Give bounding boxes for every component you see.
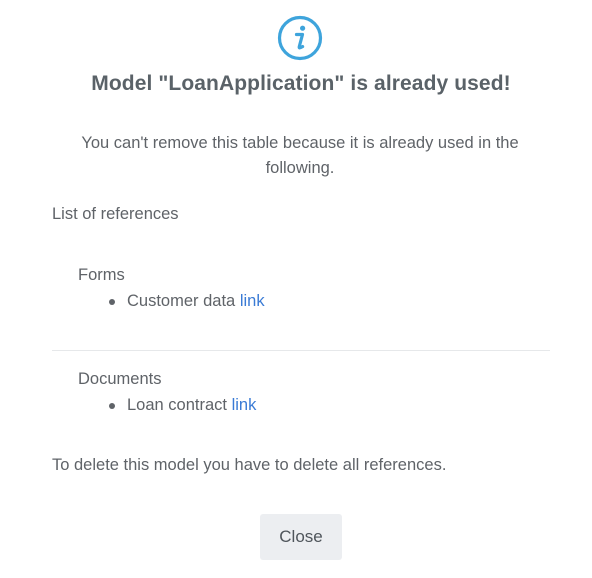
dialog-title: Model "LoanApplication" is already used! [91,72,511,95]
section-forms: Forms Customer data link [78,262,265,314]
list-item: Customer data link [109,288,265,314]
footer-instruction: To delete this model you have to delete … [52,456,447,474]
dialog: Model "LoanApplication" is already used!… [0,0,592,578]
reference-list: Customer data link [78,288,265,314]
section-documents: Documents Loan contract link [78,366,256,418]
dialog-message: You can't remove this table because it i… [81,134,519,177]
references-heading: List of references [52,205,179,223]
section-title: Forms [78,266,125,284]
reference-list: Loan contract link [78,392,256,418]
reference-link[interactable]: link [240,292,265,310]
close-button[interactable]: Close [260,514,342,560]
reference-link[interactable]: link [232,396,257,414]
reference-label: Customer data [127,292,236,310]
section-divider [52,350,550,351]
list-item: Loan contract link [108,392,257,418]
section-title: Documents [78,370,162,388]
info-circle-icon [277,15,323,61]
reference-label: Loan contract [127,396,227,414]
